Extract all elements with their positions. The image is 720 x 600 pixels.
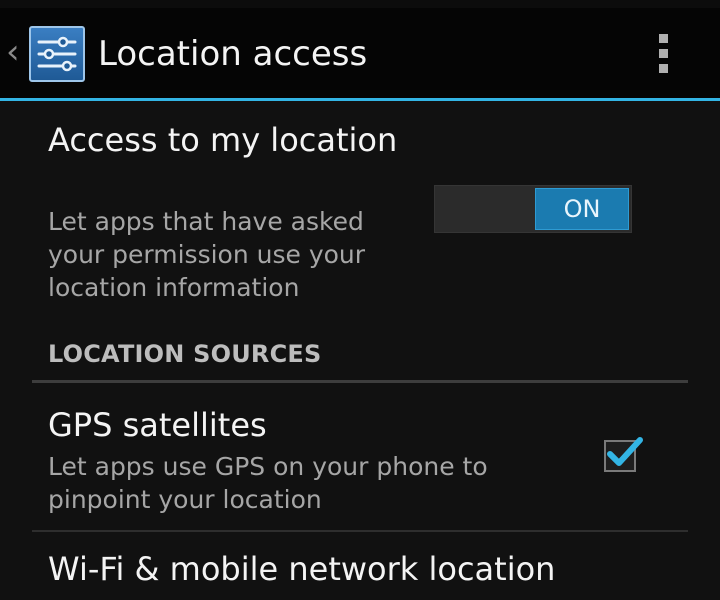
row-divider (32, 530, 688, 532)
checkmark-icon (607, 437, 643, 466)
gps-satellites-row[interactable]: GPS satellites Let apps use GPS on your … (0, 384, 720, 530)
location-access-toggle[interactable]: ON (434, 185, 632, 233)
location-sources-header: LOCATION SOURCES (48, 340, 322, 368)
chevron-left-icon[interactable]: ‹ (6, 32, 26, 72)
wifi-mobile-location-title[interactable]: Wi-Fi & mobile network location (48, 546, 555, 592)
gps-satellites-title: GPS satellites (48, 406, 267, 444)
status-strip (0, 0, 720, 8)
access-to-location-title: Access to my location (48, 121, 398, 159)
access-to-location-row[interactable]: Access to my location Let apps that have… (0, 101, 720, 321)
settings-sliders-icon[interactable] (29, 26, 85, 82)
page-title: Location access (98, 34, 368, 74)
gps-satellites-summary: Let apps use GPS on your phone to pinpoi… (48, 452, 488, 514)
toggle-on-label: ON (535, 188, 629, 230)
gps-checkbox[interactable] (604, 437, 643, 472)
category-divider (32, 380, 688, 383)
access-to-location-summary: Let apps that have asked your permission… (48, 207, 366, 302)
location-access-screen: ‹ Location access Access to my location (0, 0, 720, 600)
overflow-menu-icon[interactable] (650, 26, 678, 82)
action-bar: ‹ Location access (0, 0, 720, 98)
